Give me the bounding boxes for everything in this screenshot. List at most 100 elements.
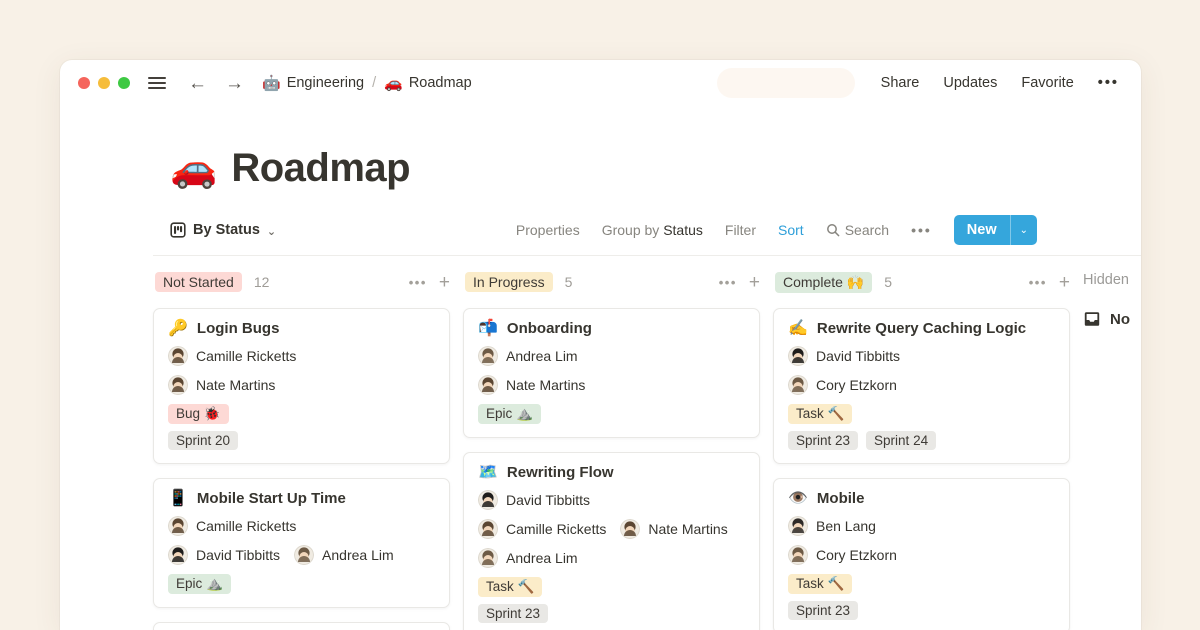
tag-task[interactable]: Task 🔨 xyxy=(788,404,852,424)
column-more-icon[interactable]: ••• xyxy=(1029,275,1047,290)
tag-sprint-23[interactable]: Sprint 23 xyxy=(478,604,548,623)
back-arrow-icon[interactable]: ← xyxy=(188,74,207,93)
forward-arrow-icon[interactable]: → xyxy=(225,74,244,93)
card-tag-row: Sprint 20 xyxy=(168,431,435,450)
close-window-button[interactable] xyxy=(78,77,90,89)
column-status-pill[interactable]: In Progress xyxy=(465,272,553,292)
person-nate-martins[interactable]: Nate Martins xyxy=(478,375,585,395)
person-camille-ricketts[interactable]: Camille Ricketts xyxy=(168,346,296,366)
column-status-pill[interactable]: Complete 🙌 xyxy=(775,272,872,293)
tag-task[interactable]: Task 🔨 xyxy=(478,577,542,597)
zoom-window-button[interactable] xyxy=(118,77,130,89)
person-david-tibbitts[interactable]: David Tibbitts xyxy=(788,346,900,366)
view-toolbar-wrap: By Status ⌄ Properties Group by Status F… xyxy=(153,215,1141,256)
toolbar-more-icon[interactable]: ••• xyxy=(911,222,932,238)
column-header: Complete 🙌5•••+ xyxy=(773,270,1070,294)
group-by-value: Status xyxy=(663,222,703,238)
page-header: 🚗 Roadmap xyxy=(60,106,1141,191)
column-add-icon[interactable]: + xyxy=(749,273,760,292)
column-add-icon[interactable]: + xyxy=(439,273,450,292)
column-header: Not Started12•••+ xyxy=(153,270,450,294)
breadcrumb: 🤖Engineering/🚗Roadmap xyxy=(262,74,472,92)
card-emoji-icon: 📱 xyxy=(168,491,188,507)
column-more-icon[interactable]: ••• xyxy=(409,275,427,290)
person-david-tibbitts[interactable]: David Tibbitts xyxy=(478,490,590,510)
card-emoji-icon: ✍️ xyxy=(788,321,808,337)
person-ben-lang[interactable]: Ben Lang xyxy=(788,516,876,536)
breadcrumb-item-roadmap[interactable]: 🚗Roadmap xyxy=(384,74,472,92)
card-emoji-icon: 🗺️ xyxy=(478,465,498,481)
card-people-row: Camille Ricketts xyxy=(168,346,435,366)
app-window: ← → 🤖Engineering/🚗Roadmap Share Updates Fa… xyxy=(60,60,1141,630)
person-andrea-lim[interactable]: Andrea Lim xyxy=(478,548,578,568)
board-column-in-progress: In Progress5•••+📬OnboardingAndrea LimNat… xyxy=(463,270,760,630)
page-title: Roadmap xyxy=(231,146,410,191)
topbar-more-icon[interactable]: ••• xyxy=(1098,75,1119,91)
new-button-caret-icon[interactable]: ⌄ xyxy=(1010,215,1037,245)
person-nate-martins[interactable]: Nate Martins xyxy=(168,375,275,395)
filter-button[interactable]: Filter xyxy=(725,222,756,238)
tag-sprint-23[interactable]: Sprint 23 xyxy=(788,601,858,620)
person-camille-ricketts[interactable]: Camille Ricketts xyxy=(478,519,606,539)
properties-button[interactable]: Properties xyxy=(516,222,580,238)
person-name: Andrea Lim xyxy=(506,348,578,364)
card-people-row: David Tibbitts Andrea Lim xyxy=(168,545,435,565)
search-button[interactable]: Search xyxy=(826,222,889,238)
person-camille-ricketts[interactable]: Camille Ricketts xyxy=(168,516,296,536)
column-add-icon[interactable]: + xyxy=(1059,273,1070,292)
person-name: Camille Ricketts xyxy=(506,521,606,537)
person-name: Cory Etzkorn xyxy=(816,547,897,563)
person-david-tibbitts[interactable]: David Tibbitts xyxy=(168,545,280,565)
card-error-codes[interactable]: ‼️Error Codes xyxy=(153,622,450,630)
tag-task[interactable]: Task 🔨 xyxy=(788,574,852,594)
card-tag-row: Epic ⛰️ xyxy=(478,404,745,424)
card-title-row: 🔑 Login Bugs xyxy=(168,320,435,337)
avatar xyxy=(788,375,808,395)
column-status-pill[interactable]: Not Started xyxy=(155,272,242,292)
board-view-icon xyxy=(170,222,186,238)
top-bar: ← → 🤖Engineering/🚗Roadmap Share Updates Fa… xyxy=(60,60,1141,106)
person-name: Camille Ricketts xyxy=(196,348,296,364)
card-login-bugs[interactable]: 🔑 Login Bugs Camille Ricketts Nate Martins B… xyxy=(153,308,450,464)
card-title: Mobile Start Up Time xyxy=(197,490,346,507)
card-onboarding[interactable]: 📬OnboardingAndrea LimNate MartinsEpic ⛰️ xyxy=(463,308,760,438)
breadcrumb-item-engineering[interactable]: 🤖Engineering xyxy=(262,74,364,92)
avatar xyxy=(478,548,498,568)
person-andrea-lim[interactable]: Andrea Lim xyxy=(294,545,394,565)
card-emoji-icon: 🔑 xyxy=(168,321,188,337)
topbar-action-updates-button[interactable]: Updates xyxy=(943,75,997,91)
tag-bug[interactable]: Bug 🐞 xyxy=(168,404,229,424)
card-mobile[interactable]: 👁️MobileBen LangCory EtzkornTask 🔨Sprint… xyxy=(773,478,1070,630)
breadcrumb-item-label: Roadmap xyxy=(409,75,472,91)
card-rewriting-flow[interactable]: 🗺️Rewriting FlowDavid TibbittsCamille Ri… xyxy=(463,452,760,630)
group-by-prefix: Group by xyxy=(602,222,660,238)
person-cory-etzkorn[interactable]: Cory Etzkorn xyxy=(788,375,897,395)
view-switcher-label: By Status xyxy=(193,222,260,238)
view-switcher[interactable]: By Status ⌄ xyxy=(170,222,276,238)
person-andrea-lim[interactable]: Andrea Lim xyxy=(478,346,578,366)
group-by-button[interactable]: Group by Status xyxy=(602,222,703,238)
card-tag-row: Epic ⛰️ xyxy=(168,574,435,594)
topbar-action-favorite-button[interactable]: Favorite xyxy=(1021,75,1073,91)
column-more-icon[interactable]: ••• xyxy=(719,275,737,290)
page-icon[interactable]: 🚗 xyxy=(170,150,217,188)
tag-sprint-20[interactable]: Sprint 20 xyxy=(168,431,238,450)
person-nate-martins[interactable]: Nate Martins xyxy=(620,519,727,539)
card-title-row: ✍️Rewrite Query Caching Logic xyxy=(788,320,1055,337)
topbar-action-share-button[interactable]: Share xyxy=(881,75,920,91)
hidden-group-no-status[interactable]: No xyxy=(1083,310,1141,328)
person-name: Camille Ricketts xyxy=(196,518,296,534)
person-name: David Tibbitts xyxy=(816,348,900,364)
person-cory-etzkorn[interactable]: Cory Etzkorn xyxy=(788,545,897,565)
tag-epic[interactable]: Epic ⛰️ xyxy=(168,574,231,594)
card-title: Login Bugs xyxy=(197,320,280,337)
tag-epic[interactable]: Epic ⛰️ xyxy=(478,404,541,424)
card-rewrite-query-caching-logic[interactable]: ✍️Rewrite Query Caching Logic David Tibbi… xyxy=(773,308,1070,464)
card-mobile-start-up-time[interactable]: 📱 Mobile Start Up Time Camille Ricketts Dav… xyxy=(153,478,450,608)
tag-sprint-24[interactable]: Sprint 24 xyxy=(866,431,936,450)
sidebar-toggle-icon[interactable] xyxy=(148,77,166,89)
minimize-window-button[interactable] xyxy=(98,77,110,89)
new-button[interactable]: New ⌄ xyxy=(954,215,1037,245)
sort-button[interactable]: Sort xyxy=(778,222,804,238)
tag-sprint-23[interactable]: Sprint 23 xyxy=(788,431,858,450)
